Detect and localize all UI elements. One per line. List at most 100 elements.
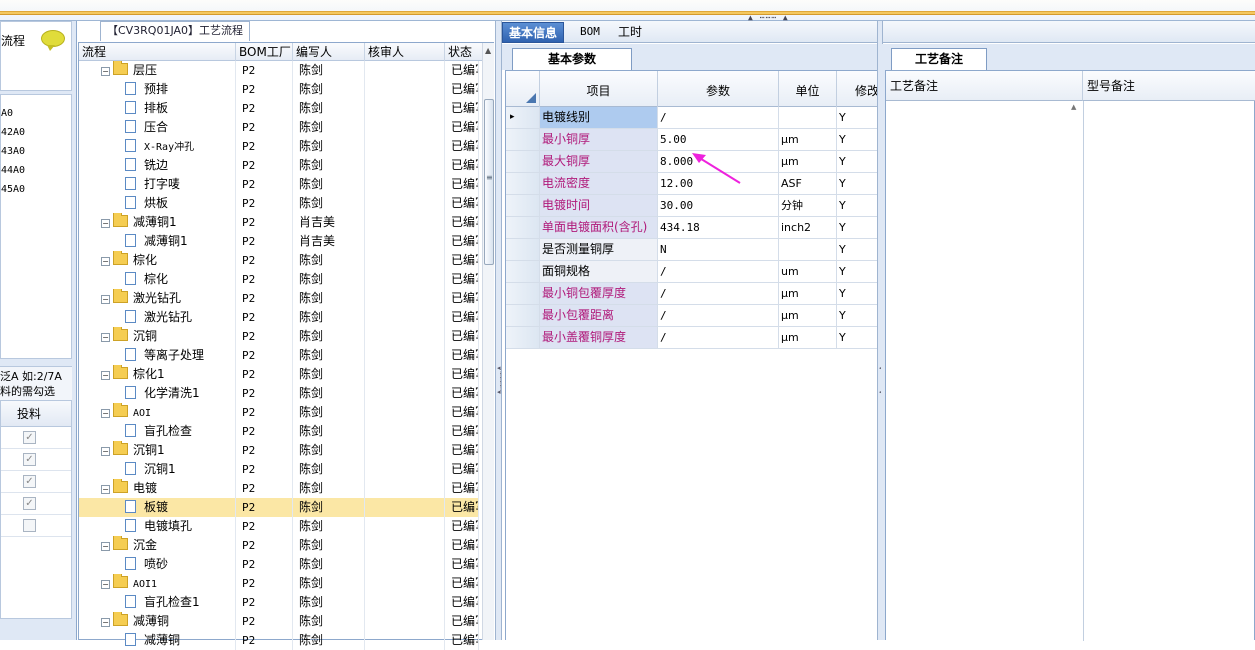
tree-row[interactable]: − AOI1 P2陈剑 已编写 [79, 574, 479, 593]
param-value[interactable]: / [658, 283, 779, 304]
row-indicator[interactable] [506, 173, 540, 194]
col-writer[interactable]: 编写人 [293, 43, 365, 61]
part-list-item[interactable]: 42A0 [1, 123, 71, 142]
part-list-item[interactable]: 43A0 [1, 142, 71, 161]
col-unit[interactable]: 单位 [779, 71, 837, 107]
collapse-toggle-icon[interactable]: − [101, 67, 110, 76]
feed-checkbox[interactable]: ✓ [23, 475, 36, 488]
tree-row[interactable]: − AOI P2陈剑 已编写 [79, 403, 479, 422]
tab-basic-info[interactable]: 基本信息 [502, 22, 565, 43]
col-param[interactable]: 参数 [658, 71, 779, 107]
scroll-up-icon[interactable]: ▲ [485, 46, 491, 55]
tree-row[interactable]: 化学清洗1 P2陈剑 已编写 [79, 384, 479, 403]
tree-row[interactable]: − 沉金 P2陈剑 已编写 [79, 536, 479, 555]
row-indicator[interactable] [506, 195, 540, 216]
param-value[interactable]: N [658, 239, 779, 260]
tree-row[interactable]: 压合 P2陈剑 已编写 [79, 118, 479, 137]
scroll-up-icon[interactable]: ▲ [1071, 103, 1076, 111]
top-splitter-bar[interactable] [0, 11, 1255, 15]
tree-row[interactable]: − 减薄铜1 P2肖吉美 已编写 [79, 213, 479, 232]
param-value[interactable]: / [658, 305, 779, 326]
tree-row[interactable]: − 棕化 P2陈剑 已编写 [79, 251, 479, 270]
col-item[interactable]: 项目 [540, 71, 658, 107]
row-indicator[interactable]: ▸ [506, 107, 540, 128]
col-reviewer[interactable]: 核审人 [365, 43, 445, 61]
row-indicator[interactable] [506, 239, 540, 260]
tree-row[interactable]: − 沉铜 P2陈剑 已编写 [79, 327, 479, 346]
col-modify[interactable]: 修改 [837, 71, 880, 107]
tree-row[interactable]: − 沉铜1 P2陈剑 已编写 [79, 441, 479, 460]
tree-row[interactable]: 铣边 P2陈剑 已编写 [79, 156, 479, 175]
tree-row[interactable]: 排板 P2陈剑 已编写 [79, 99, 479, 118]
tree-scrollbar[interactable]: ▲ ≡ [482, 43, 494, 640]
row-indicator[interactable] [506, 151, 540, 172]
param-row[interactable]: 最小铜厚 5.00 μm Y [506, 129, 880, 151]
param-value[interactable]: 5.00 [658, 129, 779, 150]
feed-checkbox[interactable] [23, 519, 36, 532]
collapse-toggle-icon[interactable]: − [101, 618, 110, 627]
param-value[interactable]: / [658, 327, 779, 348]
chat-bubble-icon[interactable] [41, 30, 65, 51]
row-indicator[interactable] [506, 283, 540, 304]
tree-row[interactable]: 喷砂 P2陈剑 已编写 [79, 555, 479, 574]
tree-row[interactable]: 板镀 P2陈剑 已编写 [79, 498, 479, 517]
param-row[interactable]: 最小铜包覆厚度 / μm Y [506, 283, 880, 305]
collapse-toggle-icon[interactable]: − [101, 580, 110, 589]
collapse-toggle-icon[interactable]: − [101, 295, 110, 304]
param-value[interactable]: 434.18 [658, 217, 779, 238]
param-row[interactable]: ▸ 电镀线别 / Y [506, 107, 880, 129]
col-model-note[interactable]: 型号备注 [1083, 71, 1255, 101]
tree-row[interactable]: 盲孔检查1 P2陈剑 已编写 [79, 593, 479, 612]
part-list-item[interactable]: 45A0 [1, 180, 71, 199]
collapse-toggle-icon[interactable]: − [101, 219, 110, 228]
tree-row[interactable]: 沉铜1 P2陈剑 已编写 [79, 460, 479, 479]
tab-basic-params[interactable]: 基本参数 [512, 48, 632, 70]
feed-checkbox[interactable]: ✓ [23, 453, 36, 466]
param-row[interactable]: 单面电镀面积(含孔) 434.18 inch2 Y [506, 217, 880, 239]
tree-row[interactable]: 棕化 P2陈剑 已编写 [79, 270, 479, 289]
tree-row[interactable]: − 减薄铜 P2陈剑 已编写 [79, 612, 479, 631]
param-row[interactable]: 电镀时间 30.00 分钟 Y [506, 195, 880, 217]
tree-row[interactable]: − 电镀 P2陈剑 已编写 [79, 479, 479, 498]
param-value[interactable]: 30.00 [658, 195, 779, 216]
tree-row[interactable]: − 棕化1 P2陈剑 已编写 [79, 365, 479, 384]
col-status[interactable]: 状态 [445, 43, 482, 61]
col-flow[interactable]: 流程 [79, 43, 236, 61]
tree-row[interactable]: 减薄铜1 P2肖吉美 已编写 [79, 232, 479, 251]
tree-row[interactable]: 减薄铜 P2陈剑 已编写 [79, 631, 479, 650]
row-indicator[interactable] [506, 261, 540, 282]
col-process-note[interactable]: 工艺备注 [886, 71, 1083, 101]
collapse-toggle-icon[interactable]: − [101, 485, 110, 494]
collapse-toggle-icon[interactable]: − [101, 333, 110, 342]
tree-row[interactable]: 烘板 P2陈剑 已编写 [79, 194, 479, 213]
tab-process-notes[interactable]: 工艺备注 [891, 48, 987, 70]
param-value[interactable]: / [658, 261, 779, 282]
row-indicator[interactable] [506, 305, 540, 326]
tree-row[interactable]: X-Ray冲孔 P2陈剑 已编写 [79, 137, 479, 156]
tree-row[interactable]: 激光钻孔 P2陈剑 已编写 [79, 308, 479, 327]
collapse-toggle-icon[interactable]: − [101, 409, 110, 418]
tree-row[interactable]: − 层压 P2陈剑 已编写 [79, 61, 479, 80]
collapse-toggle-icon[interactable]: − [101, 371, 110, 380]
row-indicator[interactable] [506, 217, 540, 238]
row-indicator[interactable] [506, 327, 540, 348]
grid-corner[interactable] [506, 71, 540, 107]
feed-checkbox[interactable]: ✓ [23, 431, 36, 444]
tree-row[interactable]: 等离子处理 P2陈剑 已编写 [79, 346, 479, 365]
param-row[interactable]: 面铜规格 / um Y [506, 261, 880, 283]
col-bom-factory[interactable]: BOM工厂 [236, 43, 293, 61]
param-value[interactable]: / [658, 107, 779, 128]
tree-row[interactable]: − 激光钻孔 P2陈剑 已编写 [79, 289, 479, 308]
vertical-splitter[interactable]: ◂ ⋮ ⋮ ⋮ ⋮ ⋮ ◂ [495, 21, 504, 640]
part-list-item[interactable]: A0 [1, 104, 71, 123]
tree-scroll-thumb[interactable]: ≡ [484, 99, 494, 265]
process-flow-title-tab[interactable]: 【CV3RQ01JA0】工艺流程 [100, 21, 250, 41]
tab-work-hours[interactable]: 工时 [612, 22, 648, 43]
collapse-toggle-icon[interactable]: − [101, 542, 110, 551]
tab-bom[interactable]: BOM [574, 22, 606, 43]
tree-row[interactable]: 预排 P2陈剑 已编写 [79, 80, 479, 99]
param-row[interactable]: 最小盖覆铜厚度 / μm Y [506, 327, 880, 349]
tree-row[interactable]: 电镀填孔 P2陈剑 已编写 [79, 517, 479, 536]
collapse-toggle-icon[interactable]: − [101, 257, 110, 266]
part-list-item[interactable]: 44A0 [1, 161, 71, 180]
